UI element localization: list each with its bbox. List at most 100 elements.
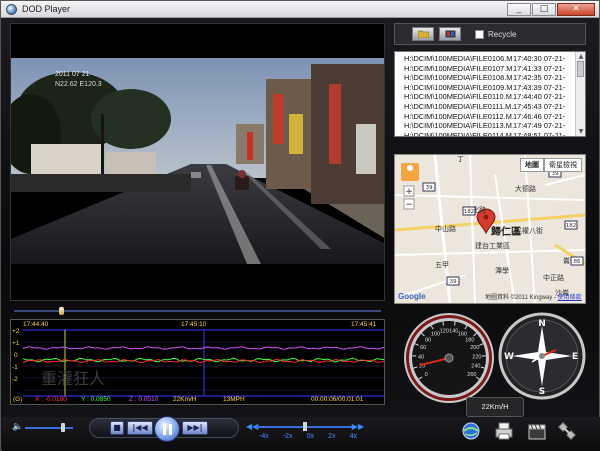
file-path: H:\DCIM\100MEDIA\FILE0106.M... <box>404 54 513 63</box>
file-path: H:\DCIM\100MEDIA\FILE0112.M... <box>404 111 513 121</box>
terms-link[interactable]: 使用條款 <box>558 295 582 301</box>
recycle-checkbox[interactable] <box>475 29 484 39</box>
maximize-button[interactable]: □ <box>532 3 556 16</box>
file-path: H:\DCIM\100MEDIA\FILE0109.M... <box>404 82 513 92</box>
file-time: 17:48:51 07-21- <box>513 130 566 137</box>
speedo-tick-label: 80 <box>425 337 431 343</box>
file-time: 17:45:43 07-21- <box>513 101 566 111</box>
window-title: DOD Player <box>22 4 71 14</box>
file-time: 17:47:49 07-21- <box>513 121 566 131</box>
folder-icon <box>418 30 429 38</box>
rate-handle[interactable] <box>303 422 307 431</box>
volume-handle[interactable] <box>61 423 65 432</box>
graph-y-label: +2 <box>12 328 20 335</box>
svg-text:+: + <box>405 187 413 197</box>
minimize-button[interactable]: _ <box>507 3 531 16</box>
graph-x-value: X : -0.0180 <box>35 396 67 403</box>
file-path: H:\DCIM\100MEDIA\FILE0107.M... <box>404 63 513 73</box>
map-label: 大德路 <box>515 184 536 193</box>
graph-y-value: Y : 0.0850 <box>81 396 111 403</box>
file-list-row[interactable]: H:\DCIM\100MEDIA\FILE0108.M... 17:42:35 0… <box>395 73 575 83</box>
file-list-row[interactable]: H:\DCIM\100MEDIA\FILE0112.M... 17:46:46 0… <box>395 112 575 122</box>
recycle-toggle[interactable]: Recycle <box>475 29 517 39</box>
video-seek-bar[interactable] <box>10 306 385 316</box>
file-time: 17:46:46 07-21- <box>513 111 566 121</box>
file-path: H:\DCIM\100MEDIA\FILE0111.M... <box>404 101 513 111</box>
next-button[interactable]: ▶▶| <box>182 421 208 435</box>
graph-y-label: 0 <box>14 352 18 359</box>
pause-icon <box>163 424 166 435</box>
compass-w: W <box>504 352 514 362</box>
rate-increase-icon[interactable]: ▶▶ <box>352 422 364 431</box>
app-window: DOD Player _ □ ✕ 2011 07 21 N22.62 E120.… <box>0 0 600 451</box>
rate-label: 2x <box>328 433 336 440</box>
window-controls: _ □ ✕ <box>506 3 595 16</box>
graph-time-end: 17:45:41 <box>351 321 377 328</box>
file-rows: H:\DCIM\100MEDIA\FILE0106.M... 17:40:30 0… <box>395 54 575 137</box>
road-number: 182 <box>464 209 475 215</box>
playback-rate-slider[interactable]: ◀◀ ▶▶ <box>246 422 364 432</box>
save-button[interactable] <box>439 27 461 41</box>
speedo-tick-label: 180 <box>465 337 474 343</box>
road-number: 39 <box>426 185 433 191</box>
recycle-label: Recycle <box>488 29 517 39</box>
satellite-icon[interactable] <box>557 421 577 441</box>
seek-handle[interactable] <box>59 307 64 315</box>
tab-map[interactable]: 地圖 <box>520 158 544 172</box>
file-path: H:\DCIM\100MEDIA\FILE0108.M... <box>404 73 513 83</box>
scroll-thumb[interactable] <box>577 61 584 77</box>
globe-icon[interactable] <box>461 421 481 441</box>
file-list-row[interactable]: H:\DCIM\100MEDIA\FILE0113.M... 17:47:49 0… <box>395 121 575 131</box>
compass-s: S <box>539 387 545 397</box>
graph-y-label: -1 <box>12 364 18 371</box>
file-list-row[interactable]: H:\DCIM\100MEDIA\FILE0109.M... 17:43:39 0… <box>395 83 575 93</box>
open-folder-button[interactable] <box>412 27 434 41</box>
pause-button[interactable] <box>154 416 180 442</box>
file-list[interactable]: H:\DCIM\100MEDIA\FILE0106.M... 17:40:30 0… <box>394 51 586 137</box>
speedo-tick-label: 260 <box>467 372 476 378</box>
graph-speed-mph: 13MPH <box>223 396 245 403</box>
stop-button[interactable]: ■ <box>110 421 124 435</box>
file-time: 17:43:39 07-21- <box>513 82 566 92</box>
compass-gauge: N S W E <box>498 312 586 400</box>
map-type-switch: 地圖 衛星檢視 <box>520 158 582 172</box>
volume-icon[interactable]: 🔈 <box>12 422 23 432</box>
file-list-row[interactable]: H:\DCIM\100MEDIA\FILE0107.M... 17:41:33 0… <box>395 64 575 74</box>
graph-y-label: +1 <box>12 340 20 347</box>
tab-satellite[interactable]: 衛星檢視 <box>544 158 582 172</box>
file-time: 17:41:33 07-21- <box>513 63 566 73</box>
volume-slider[interactable] <box>25 427 73 429</box>
graph-time-mid: 17:45:10 <box>181 321 207 328</box>
speedo-tick-label: 120 <box>440 328 449 334</box>
speedo-tick-label: 60 <box>420 345 426 351</box>
road-number: 39 <box>450 279 457 285</box>
road-number: 182 <box>566 223 577 229</box>
clapperboard-icon[interactable] <box>527 421 547 441</box>
video-coords-overlay: N22.62 E120.3 <box>55 81 102 88</box>
file-list-row[interactable]: H:\DCIM\100MEDIA\FILE0110.M... 17:44:40 0… <box>395 92 575 102</box>
graph-time-start: 17:44:40 <box>23 321 49 328</box>
map-view[interactable]: + − 丁大德路文化路中山路建台工業區民權八街潭學中正路崙沙崙五甲歸仁區1823… <box>394 154 586 304</box>
close-button[interactable]: ✕ <box>557 3 595 16</box>
gsensor-graph[interactable]: 重灌狂人 17:44:40 17:45:10 17:45:41 +2 +1 0 … <box>10 319 385 405</box>
graph-g-label: (G) <box>13 396 23 403</box>
scroll-up-icon[interactable]: ▲ <box>576 52 585 61</box>
graph-speed-kmh: 22Km/H <box>173 396 197 403</box>
previous-button[interactable]: |◀◀ <box>127 421 153 435</box>
file-list-scrollbar[interactable]: ▲ ▼ <box>575 52 585 136</box>
title-bar[interactable]: DOD Player _ □ ✕ <box>1 1 599 18</box>
scroll-down-icon[interactable]: ▼ <box>576 127 585 136</box>
file-list-row[interactable]: H:\DCIM\100MEDIA\FILE0114.M... 17:48:51 0… <box>395 130 575 137</box>
map-label: 中正路 <box>543 273 564 282</box>
print-icon[interactable] <box>494 421 514 441</box>
rate-label: -2x <box>282 433 293 440</box>
video-viewport[interactable]: 2011 07 21 N22.62 E120.3 <box>10 23 385 301</box>
file-list-row[interactable]: H:\DCIM\100MEDIA\FILE0106.M... 17:40:30 0… <box>395 54 575 64</box>
speedo-tick-label: 0 <box>425 372 428 378</box>
map-label: 潭學 <box>495 266 509 275</box>
map-label: 中山路 <box>435 224 456 233</box>
file-list-row[interactable]: H:\DCIM\100MEDIA\FILE0111.M... 17:45:43 0… <box>395 102 575 112</box>
rate-label: 0x <box>306 433 315 440</box>
file-path: H:\DCIM\100MEDIA\FILE0110.M... <box>404 92 513 102</box>
file-path: H:\DCIM\100MEDIA\FILE0114.M... <box>404 130 513 137</box>
